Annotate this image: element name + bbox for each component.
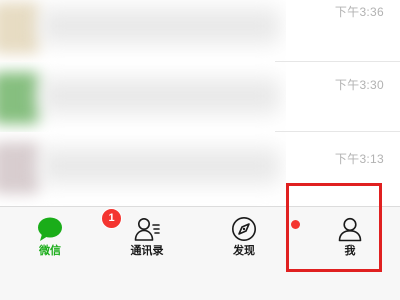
- tab-label: 微信: [39, 245, 61, 257]
- tab-label: 发现: [233, 245, 255, 257]
- compass-icon: [231, 216, 300, 242]
- tab-label: 通讯录: [130, 245, 164, 257]
- blurred-chat-preview: [0, 0, 286, 62]
- chat-avatar: [0, 2, 40, 54]
- blurred-chat-preview: [0, 62, 286, 132]
- chat-avatar: [0, 142, 40, 194]
- chat-list: 下午3:36 下午3:30 下午3:13: [0, 0, 400, 206]
- chat-avatar: [0, 72, 40, 124]
- tab-label: 我: [344, 245, 356, 257]
- contacts-icon: [134, 216, 160, 242]
- chat-row[interactable]: 下午3:13: [0, 132, 400, 206]
- tab-me[interactable]: 我: [300, 207, 400, 267]
- chat-time: 下午3:30: [334, 78, 384, 92]
- chat-time: 下午3:13: [334, 152, 384, 166]
- chat-row[interactable]: 下午3:30: [0, 62, 400, 132]
- blurred-chat-preview: [0, 132, 286, 206]
- new-content-dot: [291, 220, 300, 229]
- chat-bubble-icon: 1: [37, 208, 122, 242]
- chat-preview-text: [40, 78, 280, 114]
- tab-contacts[interactable]: 通讯录: [97, 207, 197, 267]
- tab-discover[interactable]: 发现: [194, 207, 300, 267]
- tab-chats[interactable]: 1 微信: [0, 207, 122, 267]
- wechat-screen: 下午3:36 下午3:30 下午3:13 1 微信 通讯录 发现 我: [0, 0, 400, 300]
- bottom-tab-bar: 1 微信 通讯录 发现 我: [0, 206, 400, 300]
- chat-preview-text: [40, 8, 280, 44]
- person-icon: [337, 216, 363, 242]
- chat-row[interactable]: 下午3:36: [0, 0, 400, 62]
- chat-time: 下午3:36: [334, 5, 384, 19]
- chat-preview-text: [40, 148, 280, 184]
